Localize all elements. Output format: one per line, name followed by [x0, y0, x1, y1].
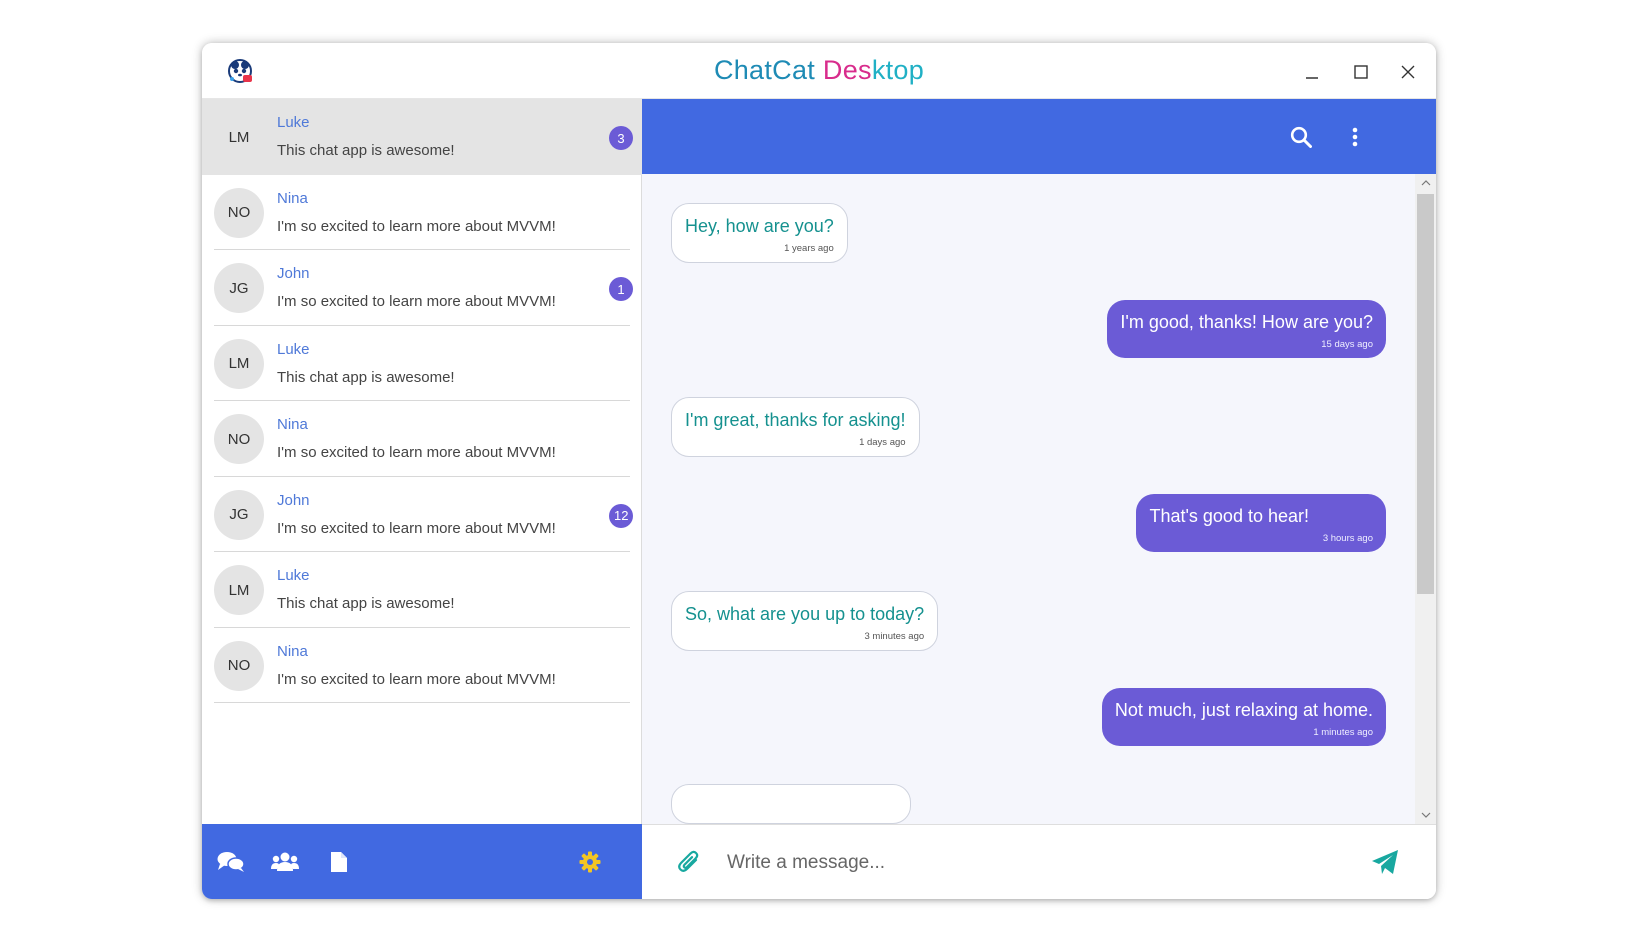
chat-preview: This chat app is awesome!: [277, 368, 455, 386]
unread-badge: 1: [609, 277, 633, 301]
contacts-icon[interactable]: [270, 849, 300, 875]
chat-list-item[interactable]: NO Nina I'm so excited to learn more abo…: [202, 175, 642, 250]
chat-name: Luke: [277, 567, 310, 584]
chats-icon[interactable]: [216, 849, 246, 875]
avatar: NO: [214, 187, 264, 238]
avatar: NO: [214, 640, 264, 691]
message-text: I'm good, thanks! How are you?: [1120, 312, 1373, 332]
chat-list-item[interactable]: NO Nina I'm so excited to learn more abo…: [202, 401, 642, 477]
avatar: NO: [214, 414, 264, 464]
close-button[interactable]: [1391, 57, 1425, 87]
chat-preview: I'm so excited to learn more about MVVM!: [277, 519, 556, 537]
message-list: Hey, how are you? 1 years ago I'm good, …: [642, 174, 1415, 824]
minimize-icon: [1306, 77, 1318, 79]
chat-preview: I'm so excited to learn more about MVVM!: [277, 444, 556, 461]
maximize-button[interactable]: [1344, 57, 1378, 87]
more-vertical-icon[interactable]: [1339, 121, 1371, 153]
avatar: LM: [214, 338, 264, 389]
chat-list-item[interactable]: LM Luke This chat app is awesome! 3: [202, 99, 642, 175]
message-bubble-outgoing: I'm good, thanks! How are you? 15 days a…: [1107, 300, 1386, 358]
chat-list-item[interactable]: LM Luke This chat app is awesome!: [202, 326, 642, 401]
app-title: ChatCat Desktop: [202, 55, 1436, 86]
settings-icon[interactable]: [575, 849, 605, 875]
message-timestamp: 15 days ago: [1321, 339, 1373, 350]
chat-name: Luke: [277, 340, 310, 358]
unread-badge: 12: [609, 503, 634, 528]
chat-preview: This chat app is awesome!: [277, 595, 455, 612]
message-text: Not much, just relaxing at home.: [1114, 700, 1373, 720]
maximize-icon: [1354, 65, 1368, 79]
avatar: JG: [214, 263, 264, 313]
message-bubble-outgoing: Not much, just relaxing at home. 1 minut…: [1101, 688, 1386, 746]
close-icon: [1401, 65, 1415, 79]
files-icon[interactable]: [324, 849, 354, 875]
divider: [214, 702, 630, 703]
chat-preview: I'm so excited to learn more about MVVM!: [277, 670, 556, 688]
message-text: That's good to hear!: [1149, 506, 1309, 526]
search-icon[interactable]: [1285, 121, 1317, 153]
message-timestamp: 3 minutes ago: [864, 631, 925, 642]
chat-name: John: [277, 265, 310, 282]
message-bubble-outgoing: That's good to hear! 3 hours ago: [1136, 494, 1386, 552]
unread-badge: 3: [609, 126, 633, 150]
chat-preview: I'm so excited to learn more about MVVM!: [277, 217, 556, 235]
avatar: LM: [214, 565, 264, 615]
chat-list-item[interactable]: NO Nina I'm so excited to learn more abo…: [202, 628, 642, 703]
message-bubble-incoming: I'm great, thanks for asking! 1 days ago: [671, 397, 920, 457]
scroll-up-icon[interactable]: [1415, 174, 1436, 192]
avatar: JG: [214, 489, 264, 540]
scroll-down-icon[interactable]: [1415, 806, 1436, 824]
message-bubble-incoming: Hey, how are you? 1 years ago: [671, 203, 848, 263]
send-icon[interactable]: [1367, 845, 1403, 879]
title-bar: ChatCat Desktop: [202, 43, 1436, 99]
message-timestamp: 1 days ago: [859, 437, 906, 448]
chat-header: [642, 99, 1436, 174]
message-input[interactable]: [727, 843, 1307, 883]
message-timestamp: 1 years ago: [784, 243, 834, 254]
app-title-part-des: Des: [815, 55, 872, 85]
scroll-thumb[interactable]: [1417, 194, 1434, 594]
chat-name: Nina: [277, 189, 308, 207]
chat-preview: This chat app is awesome!: [277, 142, 455, 159]
sidebar: LM Luke This chat app is awesome! 3 NO N…: [202, 99, 642, 899]
message-scrollbar[interactable]: [1415, 174, 1436, 824]
message-timestamp: 1 minutes ago: [1313, 727, 1373, 738]
chat-name: Nina: [277, 642, 308, 660]
message-timestamp: 3 hours ago: [1322, 533, 1373, 544]
message-text: Hey, how are you?: [685, 216, 834, 236]
app-window: ChatCat Desktop LM Luke This chat app is…: [202, 43, 1436, 899]
chat-panel: Hey, how are you? 1 years ago I'm good, …: [642, 99, 1436, 899]
message-bubble-incoming: So, what are you up to today? 3 minutes …: [671, 591, 939, 651]
avatar: LM: [228, 128, 250, 146]
chat-list-item[interactable]: JG John I'm so excited to learn more abo…: [202, 250, 642, 326]
chat-list-item[interactable]: LM Luke This chat app is awesome!: [202, 552, 642, 628]
app-title-part-chatcat: ChatCat: [713, 55, 816, 85]
message-text: I'm great, thanks for asking!: [685, 410, 906, 430]
message-text: So, what are you up to today?: [685, 604, 925, 624]
paperclip-icon[interactable]: [674, 847, 704, 877]
chat-name: Nina: [277, 416, 308, 433]
minimize-button[interactable]: [1295, 57, 1329, 87]
chat-list: LM Luke This chat app is awesome! 3 NO N…: [202, 99, 642, 824]
app-title-part-ktop: ktop: [871, 55, 925, 85]
chat-list-item[interactable]: JG John I'm so excited to learn more abo…: [202, 477, 642, 552]
message-bubble-incoming-partial: [671, 784, 911, 824]
sidebar-nav-bar: [202, 824, 642, 899]
chat-name: John: [277, 491, 310, 509]
chat-name: Luke: [277, 114, 310, 131]
chat-preview: I'm so excited to learn more about MVVM!: [277, 293, 556, 310]
message-composer: [642, 824, 1436, 899]
